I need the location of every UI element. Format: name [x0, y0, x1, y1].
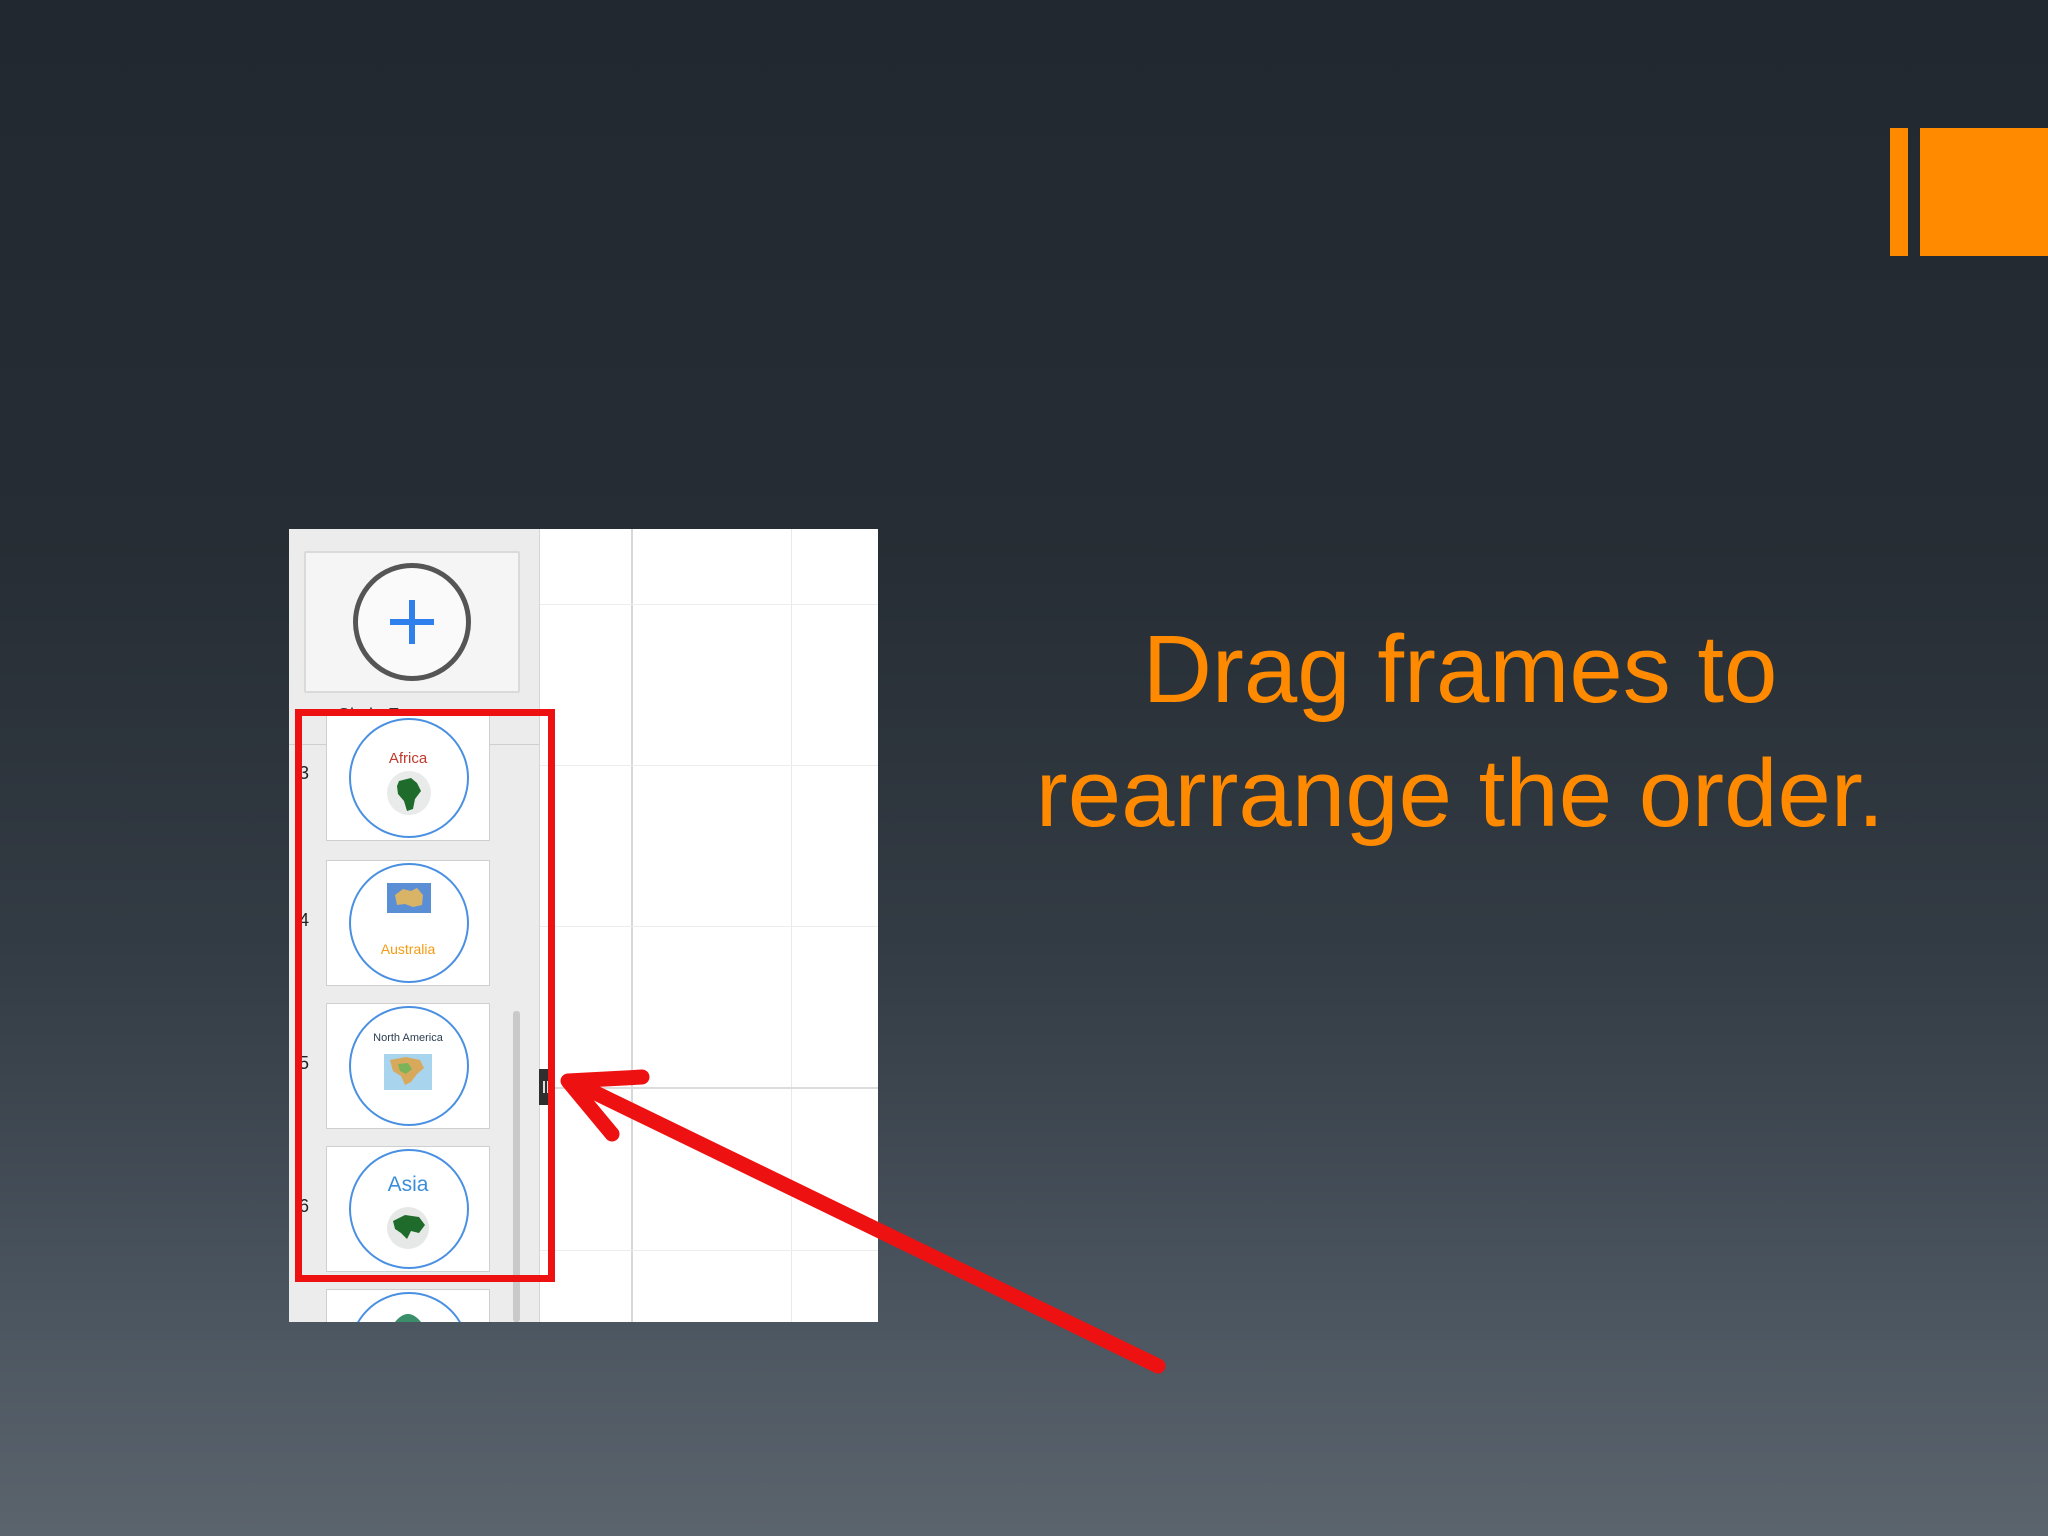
globe-icon — [395, 1314, 421, 1322]
frame-thumbnail-next[interactable] — [326, 1289, 490, 1322]
grid-line — [539, 1087, 878, 1089]
caption-line-1: Drag frames to — [1142, 616, 1778, 723]
add-frame-button[interactable] — [304, 551, 520, 693]
slide-caption: Drag frames to rearrange the order. — [990, 608, 1930, 856]
frames-highlight-box — [295, 709, 555, 1282]
plus-icon — [390, 600, 434, 644]
canvas-area[interactable] — [539, 529, 878, 1322]
grid-line — [539, 604, 878, 605]
add-frame-circle — [353, 563, 471, 681]
accent-block — [1920, 128, 2048, 256]
caption-line-2: rearrange the order. — [1035, 740, 1885, 847]
grid-line — [539, 1250, 878, 1251]
accent-bar-thin — [1890, 128, 1908, 256]
grid-line — [539, 926, 878, 927]
frame-item — [289, 1289, 539, 1322]
grid-line — [539, 765, 878, 766]
